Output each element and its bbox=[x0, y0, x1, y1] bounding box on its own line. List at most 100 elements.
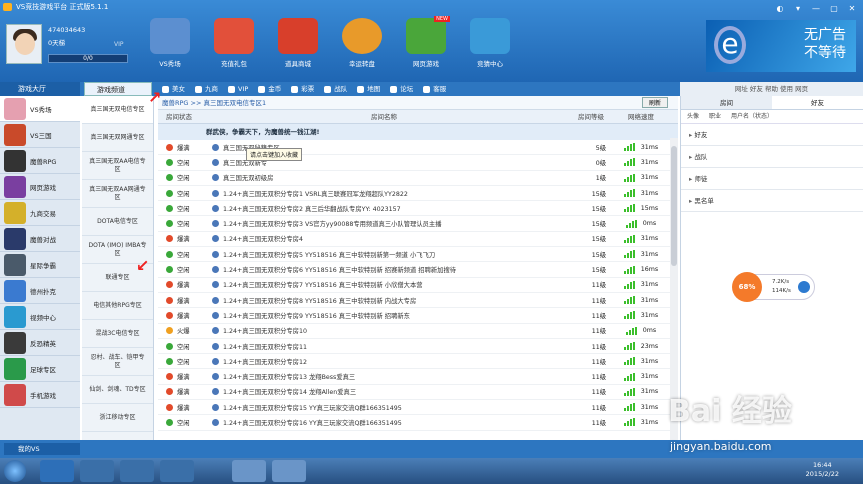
zone-item[interactable]: 真三国无双AA电信专区 bbox=[82, 152, 153, 180]
col-status[interactable]: 房间状态 bbox=[158, 110, 204, 123]
table-row[interactable]: 空闲 真三国无双初级房 1级 31ms bbox=[158, 171, 678, 186]
menu-button[interactable]: ▾ bbox=[793, 2, 803, 16]
ie-taskbar-icon[interactable] bbox=[40, 460, 74, 482]
table-row[interactable]: 火爆 1.24+真三国无双积分专房10 11级 0ms bbox=[158, 324, 678, 339]
sidebar-item-poker[interactable]: 德州扑克 bbox=[0, 278, 80, 304]
nav-web-games[interactable]: NEW 网页游戏 bbox=[394, 16, 458, 80]
ad-banner[interactable]: e 无广告 不等待 bbox=[706, 20, 856, 72]
sidebar-item-warcraft-battle[interactable]: 魔兽对战 bbox=[0, 226, 80, 252]
room-status: 爆满 bbox=[158, 403, 204, 412]
toolbar-lottery[interactable]: 彩票 bbox=[291, 82, 314, 96]
section-blacklist[interactable]: 黑名单 bbox=[681, 190, 863, 212]
top-nav: VS秀场 充值礼包 道具商城 幸运转盘 NEW 网页游戏 竞猜中心 bbox=[138, 16, 522, 80]
toolbar-forum[interactable]: 论坛 bbox=[390, 82, 413, 96]
tab-friends[interactable]: 好友 bbox=[772, 96, 863, 109]
room-icon bbox=[212, 342, 219, 350]
maximize-button[interactable]: ▢ bbox=[829, 2, 839, 16]
nav-lucky-wheel[interactable]: 幸运转盘 bbox=[330, 16, 394, 80]
shield-taskbar-icon[interactable] bbox=[232, 460, 266, 482]
signal-icon bbox=[623, 280, 635, 289]
table-row[interactable]: 空闲 1.24+真三国无双积分专房16 YY真三玩家交流Q群166351495 11… bbox=[158, 415, 678, 431]
table-row[interactable]: 空闲 真三国无双新专 0级 31ms bbox=[158, 155, 678, 171]
table-row[interactable]: 爆满 1.24+真三国无双积分专房7 YY518516 真三中软特别新 小欣僧大本… bbox=[158, 278, 678, 293]
status-dot-icon bbox=[166, 143, 173, 151]
table-row[interactable]: 爆满 1.24+真三国无双积分专房15 YY真三玩家交流Q群166351495 11… bbox=[158, 400, 678, 416]
zone-item[interactable]: 混战3C电信专区 bbox=[82, 320, 153, 348]
zone-item[interactable]: 真三国无双AA网通专区 bbox=[82, 180, 153, 208]
right-toolbar[interactable]: 网址 好友 帮助 使用 网页 bbox=[680, 82, 863, 96]
sidebar-item-football[interactable]: 足球专区 bbox=[0, 356, 80, 382]
table-row[interactable]: 爆满 1.24+真三国无双积分专房9 YY518516 真三中软特别新 招聘新东 1… bbox=[158, 308, 678, 324]
table-row[interactable]: 空闲 1.24+真三国无双积分专房2 真三后华翻战队专房YY: 4023157 15… bbox=[158, 201, 678, 217]
toolbar-beauty[interactable]: 美女 bbox=[162, 82, 185, 96]
table-row[interactable]: 空闲 1.24+真三国无双积分专房11 11级 23ms bbox=[158, 339, 678, 355]
tab-game-hall[interactable]: 游戏大厅 bbox=[0, 82, 80, 96]
tab-game-channel[interactable]: 游戏频道 bbox=[84, 82, 152, 96]
toolbar-nine-merchant[interactable]: 九商 bbox=[195, 82, 218, 96]
sidebar-item-starcraft[interactable]: 星际争霸 bbox=[0, 252, 80, 278]
clock[interactable]: 16:44 2015/2/22 bbox=[806, 461, 839, 479]
section-team[interactable]: 战队 bbox=[681, 146, 863, 168]
table-row[interactable]: 空闲 1.24+真三国无双积分专房12 11级 31ms bbox=[158, 354, 678, 370]
zone-item[interactable]: 真三国无双网通专区 bbox=[82, 124, 153, 152]
section-mentor[interactable]: 师徒 bbox=[681, 168, 863, 190]
zone-item[interactable]: 电信其他RPG专区 bbox=[82, 292, 153, 320]
table-row[interactable]: 爆满 1.24+真三国无双积分专房4 15级 31ms bbox=[158, 232, 678, 248]
zone-item[interactable]: 浙江移动专区 bbox=[82, 404, 153, 432]
col-name[interactable]: 房间名称 bbox=[204, 110, 564, 123]
sidebar-item-vs-show[interactable]: VS秀场 bbox=[0, 96, 80, 122]
toolbar-team[interactable]: 战队 bbox=[324, 82, 347, 96]
my-vs-button[interactable]: 我的VS bbox=[4, 443, 80, 455]
folder-taskbar-icon[interactable] bbox=[80, 460, 114, 482]
start-icon[interactable] bbox=[4, 460, 26, 482]
nav-recharge[interactable]: 充值礼包 bbox=[202, 16, 266, 80]
game-taskbar-icon[interactable] bbox=[160, 460, 194, 482]
section-friends[interactable]: 好友 bbox=[681, 124, 863, 146]
toolbar-service[interactable]: 客服 bbox=[423, 82, 446, 96]
close-button[interactable]: ✕ bbox=[847, 2, 857, 16]
cloud-taskbar-icon[interactable] bbox=[120, 460, 154, 482]
table-row[interactable]: 空闲 1.24+真三国无双积分专房1 VSRL真三联赛冠军龙翔超队YY2822 15… bbox=[158, 186, 678, 202]
refresh-button[interactable]: 刷新 bbox=[641, 97, 668, 108]
avatar[interactable] bbox=[6, 24, 42, 64]
sidebar-item-warcraft-rpg[interactable]: 魔兽RPG bbox=[0, 148, 80, 174]
nav-vs-show[interactable]: VS秀场 bbox=[138, 16, 202, 80]
shield-taskbar-icon[interactable] bbox=[272, 460, 306, 482]
col-speed[interactable]: 网络速度 bbox=[618, 110, 664, 123]
game-icon bbox=[4, 305, 26, 328]
table-row[interactable]: 空闲 1.24+真三国无双积分专房5 YY518516 真三中软特别新第一频道 小… bbox=[158, 247, 678, 263]
sidebar-item-trade[interactable]: 九商交易 bbox=[0, 200, 80, 226]
sidebar-item-vs-sanguo[interactable]: VS三国 bbox=[0, 122, 80, 148]
sidebar-item-mobile[interactable]: 手机游戏 bbox=[0, 382, 80, 408]
zone-item[interactable]: DOTA电信专区 bbox=[82, 208, 153, 236]
nav-guess-center[interactable]: 竞猜中心 bbox=[458, 16, 522, 80]
sidebar-item-video[interactable]: 视频中心 bbox=[0, 304, 80, 330]
table-row[interactable]: 爆满 1.24+真三国无双积分专房8 YY518516 真三中软特别新 内战大专房… bbox=[158, 293, 678, 309]
status-dot-icon bbox=[166, 250, 173, 258]
zone-item[interactable]: 真三国无双电信专区 bbox=[82, 96, 153, 124]
room-speed: 31ms bbox=[618, 158, 664, 167]
room-status: 爆满 bbox=[158, 280, 204, 289]
room-name: 1.24+真三国无双积分专房12 bbox=[204, 357, 564, 366]
breadcrumb-text[interactable]: 魔兽RPG >> 真三国无双电信专区1 bbox=[162, 99, 266, 107]
table-row[interactable]: 爆满真三国无双秘籍专区5级31ms bbox=[158, 140, 678, 156]
skin-button[interactable]: ◐ bbox=[775, 2, 785, 16]
vip-badge[interactable]: VIP bbox=[114, 38, 124, 51]
toolbar-gold[interactable]: 金币 bbox=[258, 82, 281, 96]
zone-item[interactable]: 忍村、战车、铠甲专区 bbox=[82, 348, 153, 376]
table-row[interactable]: 空闲 1.24+真三国无双积分专房6 YY518516 真三中软特别新 招赛新频道… bbox=[158, 262, 678, 278]
toolbar-vip[interactable]: VIP bbox=[228, 82, 248, 96]
col-level[interactable]: 房间等级 bbox=[564, 110, 618, 123]
speed-ball[interactable]: 68% 7.2K/s 114K/s bbox=[732, 272, 815, 302]
minimize-button[interactable]: — bbox=[811, 2, 821, 16]
nav-shop[interactable]: 道具商城 bbox=[266, 16, 330, 80]
tab-room[interactable]: 房间 bbox=[681, 96, 772, 109]
table-row[interactable]: 空闲 1.24+真三国无双积分专房3 VS官方yy90088专用频道真三小队管理认… bbox=[158, 216, 678, 232]
scroll-thumb[interactable] bbox=[671, 146, 677, 266]
zone-item[interactable]: 仙剑、剑魂、TD专区 bbox=[82, 376, 153, 404]
table-row[interactable]: 爆满 1.24+真三国无双积分专房14 龙翔Allen爱真三 11级 31ms bbox=[158, 385, 678, 401]
toolbar-map[interactable]: 地图 bbox=[357, 82, 380, 96]
table-row[interactable]: 爆满 1.24+真三国无双积分专房13 龙翔Bess爱真三 11级 31ms bbox=[158, 369, 678, 385]
sidebar-item-counter-strike[interactable]: 反恐精英 bbox=[0, 330, 80, 356]
sidebar-item-web-games[interactable]: 网页游戏 bbox=[0, 174, 80, 200]
